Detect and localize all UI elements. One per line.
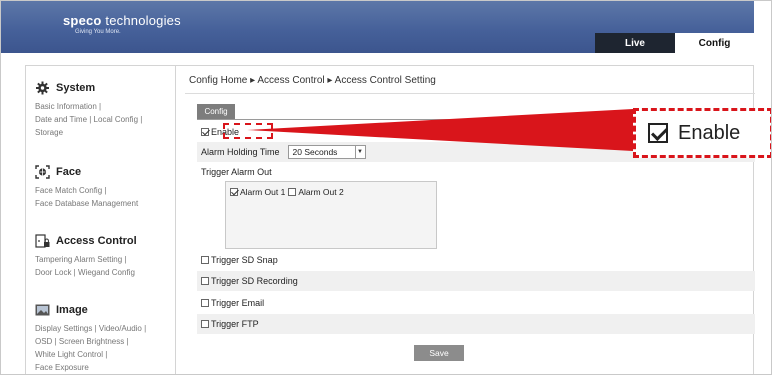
trigger-sd-snap-label: Trigger SD Snap bbox=[211, 255, 278, 265]
sidebar-link-face-match[interactable]: Face Match Config | bbox=[35, 184, 138, 197]
sidebar-link-osd-brightness[interactable]: OSD | Screen Brightness | bbox=[35, 335, 146, 348]
door-lock-icon bbox=[35, 234, 50, 248]
alarm-holding-value: 20 Seconds bbox=[292, 147, 338, 157]
trigger-email-row: Trigger Email bbox=[197, 293, 755, 313]
sidebar-link-tampering[interactable]: Tampering Alarm Setting | bbox=[35, 253, 137, 266]
sidebar: System Basic Information | Date and Time… bbox=[26, 66, 176, 374]
sidebar-title-access-control[interactable]: Access Control bbox=[56, 235, 137, 247]
right-margin bbox=[754, 1, 771, 374]
brand-name-rest: technologies bbox=[101, 13, 181, 28]
sidebar-group-image: Image Display Settings | Video/Audio | O… bbox=[35, 300, 146, 374]
app-window: speco technologies Giving You More. Live… bbox=[0, 0, 772, 375]
chevron-down-icon: ▼ bbox=[354, 146, 365, 158]
alarm-out-2-checkbox[interactable] bbox=[288, 188, 297, 196]
alarm-holding-label: Alarm Holding Time bbox=[201, 147, 280, 157]
sidebar-link-door-lock-wiegand[interactable]: Door Lock | Wiegand Config bbox=[35, 266, 137, 279]
sidebar-group-access-control: Access Control Tampering Alarm Setting |… bbox=[35, 231, 137, 279]
sidebar-title-image[interactable]: Image bbox=[56, 304, 88, 316]
trigger-ftp-checkbox[interactable] bbox=[201, 320, 209, 328]
sidebar-link-basic-info[interactable]: Basic Information | bbox=[35, 100, 142, 113]
sidebar-link-white-light[interactable]: White Light Control | bbox=[35, 348, 146, 361]
trigger-email-label: Trigger Email bbox=[211, 298, 265, 308]
save-button[interactable]: Save bbox=[414, 345, 464, 361]
alarm-out-1-label: Alarm Out 1 bbox=[240, 187, 286, 197]
enable-callout: Enable bbox=[633, 108, 771, 158]
tab-config[interactable]: Config bbox=[675, 33, 754, 53]
sidebar-link-face-exposure[interactable]: Face Exposure bbox=[35, 361, 146, 374]
sidebar-link-date-local[interactable]: Date and Time | Local Config | bbox=[35, 113, 142, 126]
trigger-sd-recording-label: Trigger SD Recording bbox=[211, 276, 298, 286]
enable-checkbox[interactable] bbox=[201, 128, 209, 136]
alarm-out-2-label: Alarm Out 2 bbox=[298, 187, 344, 197]
trigger-alarm-out-row: Trigger Alarm Out bbox=[197, 162, 755, 182]
trigger-sd-snap-row: Trigger SD Snap bbox=[197, 250, 755, 270]
enable-highlight-box bbox=[223, 123, 273, 139]
trigger-sd-snap-checkbox[interactable] bbox=[201, 256, 209, 264]
sidebar-link-face-database[interactable]: Face Database Management bbox=[35, 197, 138, 210]
breadcrumb-divider bbox=[185, 93, 755, 94]
brand-name-bold: speco bbox=[63, 13, 102, 28]
alarm-out-1-checkbox[interactable] bbox=[230, 188, 238, 196]
sidebar-group-face: Face Face Match Config | Face Database M… bbox=[35, 162, 138, 210]
sidebar-group-system: System Basic Information | Date and Time… bbox=[35, 78, 142, 139]
face-scan-icon bbox=[35, 165, 50, 179]
breadcrumb: Config Home ▸ Access Control ▸ Access Co… bbox=[189, 75, 436, 86]
trigger-ftp-label: Trigger FTP bbox=[211, 319, 259, 329]
alarm-holding-select[interactable]: 20 Seconds ▼ bbox=[287, 145, 366, 159]
tab-config-sub[interactable]: Config bbox=[197, 104, 235, 119]
sidebar-title-face[interactable]: Face bbox=[56, 166, 81, 178]
callout-label: Enable bbox=[678, 121, 741, 144]
image-icon bbox=[35, 303, 50, 317]
trigger-alarm-out-label: Trigger Alarm Out bbox=[201, 167, 272, 177]
sidebar-link-display-video-audio[interactable]: Display Settings | Video/Audio | bbox=[35, 322, 146, 335]
callout-checkbox-icon bbox=[648, 123, 668, 143]
trigger-sd-recording-row: Trigger SD Recording bbox=[197, 271, 755, 291]
header-bar: speco technologies Giving You More. Live… bbox=[1, 1, 754, 53]
gear-icon bbox=[35, 81, 50, 95]
tab-live[interactable]: Live bbox=[595, 33, 675, 53]
brand-tagline: Giving You More. bbox=[75, 29, 121, 35]
sidebar-title-system[interactable]: System bbox=[56, 82, 95, 94]
alarm-out-box: Alarm Out 1 Alarm Out 2 bbox=[225, 181, 437, 249]
trigger-sd-recording-checkbox[interactable] bbox=[201, 277, 209, 285]
trigger-email-checkbox[interactable] bbox=[201, 299, 209, 307]
trigger-ftp-row: Trigger FTP bbox=[197, 314, 755, 334]
brand-logo: speco technologies Giving You More. bbox=[63, 13, 181, 35]
sidebar-link-storage[interactable]: Storage bbox=[35, 126, 142, 139]
